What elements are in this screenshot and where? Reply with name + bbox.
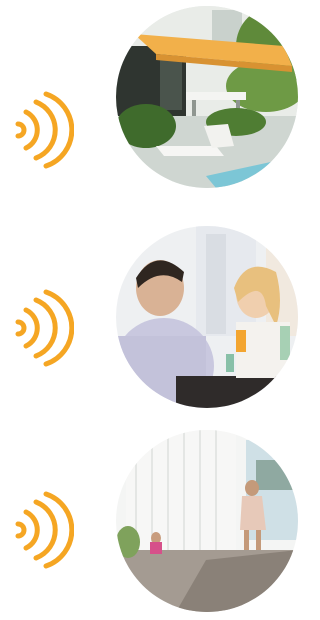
wifi-signal-icon — [10, 288, 75, 368]
wifi-signal-icon — [10, 90, 75, 170]
scene-row-dining — [0, 212, 302, 408]
wifi-signal-icon — [10, 490, 75, 570]
scene-row-living-room — [0, 424, 302, 620]
living-room-curtains-photo — [116, 430, 298, 612]
page — [0, 0, 302, 620]
couple-dining-photo — [116, 226, 298, 408]
scene-row-patio — [0, 0, 302, 196]
patio-awning-photo — [116, 6, 298, 188]
